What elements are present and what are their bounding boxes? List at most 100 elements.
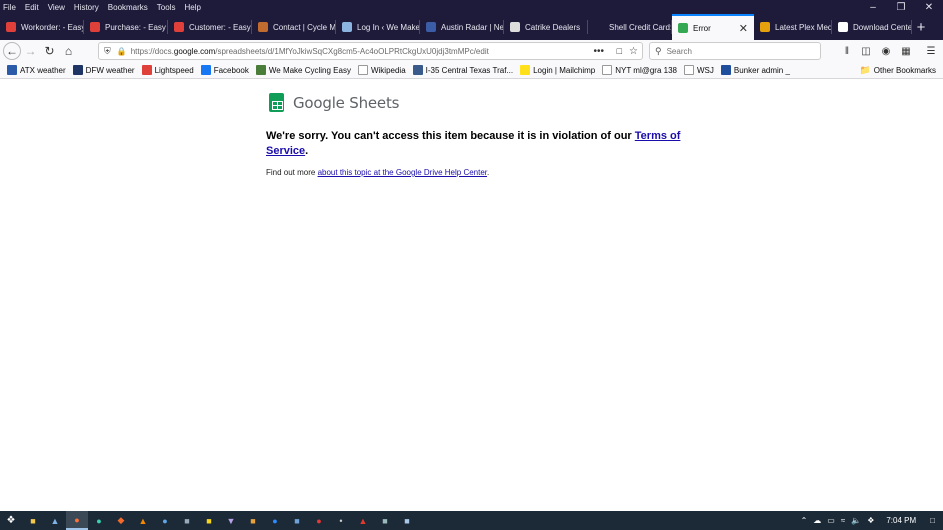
search-bar[interactable]: ⚲ Search <box>649 42 821 60</box>
menu-item-bookmarks[interactable]: Bookmarks <box>108 3 148 12</box>
cloud-icon[interactable]: ☁ <box>813 516 821 525</box>
blank-icon <box>594 22 604 32</box>
bookmark-item[interactable]: WSJ <box>684 65 714 75</box>
volume-icon[interactable]: 🔈 <box>851 516 861 525</box>
notifications-icon[interactable]: □ <box>930 516 935 525</box>
close-tab-icon[interactable]: ✕ <box>739 22 748 35</box>
dropbox-icon[interactable]: ❖ <box>867 516 874 525</box>
tab-2[interactable]: Customer: - Easy <box>168 14 252 40</box>
taskbar-app-8[interactable]: • <box>330 511 352 530</box>
bookmark-star-icon[interactable]: ☆ <box>629 46 638 57</box>
home-button[interactable]: ⌂ <box>59 42 78 60</box>
other-bookmarks[interactable]: 📁 Other Bookmarks <box>860 62 936 79</box>
tab-strip: Workorder: - Easy Purchase: - Easy S Custo… <box>0 14 943 40</box>
new-tab-button[interactable]: + <box>912 14 930 40</box>
bookmark-item[interactable]: NYT ml@gra 138 <box>602 65 677 75</box>
tab-10[interactable]: Download Center <box>832 14 912 40</box>
bookmark-item[interactable]: We Make Cycling Easy <box>255 65 351 75</box>
account-icon[interactable]: ◉ <box>878 42 894 60</box>
menu-item-tools[interactable]: Tools <box>157 3 176 12</box>
tab-3[interactable]: Contact | Cycle M <box>252 14 336 40</box>
taskbar-brave[interactable]: ◆ <box>110 511 132 530</box>
menu-item-edit[interactable]: Edit <box>25 3 39 12</box>
close-window-button[interactable]: ✕ <box>916 0 942 14</box>
bookmark-item[interactable]: ATX weather <box>7 65 66 75</box>
page-actions-icon[interactable]: ••• <box>593 46 604 57</box>
taskbar-app-4[interactable]: ▼ <box>220 511 242 530</box>
bookmarks-bar: ATX weather DFW weather Lightspeed Facebook… <box>0 62 943 79</box>
lock-icon: 🔒 <box>116 46 127 56</box>
tab-5[interactable]: Austin Radar | Ne <box>420 14 504 40</box>
menu-list: File Edit View History Bookmarks Tools Help <box>0 3 210 12</box>
menu-item-history[interactable]: History <box>74 3 99 12</box>
sidebar-icon[interactable]: ◫ <box>858 42 874 60</box>
taskbar-zoom[interactable]: ● <box>264 511 286 530</box>
taskbar-app-2[interactable]: ● <box>154 511 176 530</box>
bookmark-item[interactable]: Lightspeed <box>141 65 194 75</box>
minimize-button[interactable]: – <box>860 0 886 14</box>
extensions-icon[interactable]: ▦ <box>898 42 914 60</box>
bookmark-item[interactable]: DFW weather <box>72 65 135 75</box>
bookmark-label: ATX weather <box>20 65 66 75</box>
shield-icon: ⛨ <box>104 45 111 56</box>
url-prefix: https://docs. <box>130 46 174 56</box>
tab-4[interactable]: Log In ‹ We Make <box>336 14 420 40</box>
error-message: We're sorry. You can't access this item … <box>266 129 686 159</box>
url-bar[interactable]: ⛨ 🔒 https://docs.google.com/spreadsheets… <box>98 42 643 60</box>
bookmark-item[interactable]: I-35 Central Texas Traf... <box>412 65 513 75</box>
shield-icon <box>412 65 423 75</box>
taskbar-app-10[interactable]: ■ <box>396 511 418 530</box>
tab-title: Customer: - Easy <box>189 22 251 32</box>
tab-8[interactable]: Error ✕ <box>672 14 754 40</box>
search-input[interactable]: Search <box>667 47 692 56</box>
tab-7[interactable]: Shell Credit Card: Cre <box>588 14 672 40</box>
app-icon: ■ <box>382 515 388 526</box>
back-button[interactable]: ← <box>3 42 21 60</box>
chevron-up-icon[interactable]: ⌃ <box>801 516 808 525</box>
taskbar-firefox[interactable]: ● <box>66 511 88 530</box>
tab-title: Shell Credit Card: Cre <box>609 22 672 32</box>
restore-button[interactable]: ❐ <box>888 0 914 14</box>
tab-6[interactable]: Catrike Dealers <box>504 14 588 40</box>
taskbar-explorer[interactable]: ■ <box>22 511 44 530</box>
bookmark-label: Lightspeed <box>154 65 194 75</box>
bookmark-item[interactable]: Login | Mailchimp <box>520 65 595 75</box>
tab-9[interactable]: Latest Plex Media <box>754 14 832 40</box>
bookmark-item[interactable]: Wikipedia <box>357 65 406 75</box>
pocket-icon[interactable]: □ <box>617 46 622 56</box>
start-button[interactable]: ❖ <box>0 511 22 530</box>
bookmark-item[interactable]: Facebook <box>200 65 249 75</box>
hamburger-menu-icon[interactable]: ☰ <box>923 42 939 60</box>
help-center-link[interactable]: about this topic at the Google Drive Hel… <box>318 168 487 177</box>
app-icon: • <box>339 515 343 526</box>
menu-item-view[interactable]: View <box>48 3 65 12</box>
taskbar-app-3[interactable]: ■ <box>176 511 198 530</box>
taskbar-app-5[interactable]: ■ <box>242 511 264 530</box>
reload-button[interactable]: ↻ <box>40 42 59 60</box>
taskbar-app-9[interactable]: ■ <box>374 511 396 530</box>
taskbar-app-7[interactable]: ● <box>308 511 330 530</box>
taskbar-vlc[interactable]: ▲ <box>132 511 154 530</box>
taskbar-app-6[interactable]: ■ <box>286 511 308 530</box>
tab-1[interactable]: Purchase: - Easy S <box>84 14 168 40</box>
library-icon[interactable]: ‖ <box>839 42 855 60</box>
bookmark-label: DFW weather <box>85 65 135 75</box>
tab-0[interactable]: Workorder: - Easy <box>0 14 84 40</box>
clock-text[interactable]: 7:04 PM <box>886 516 916 525</box>
network-icon[interactable]: ≈ <box>841 516 845 525</box>
tab-title: Austin Radar | Ne <box>441 22 504 32</box>
taskbar-acrobat[interactable]: ▲ <box>352 511 374 530</box>
taskbar-sticky-notes[interactable]: ■ <box>198 511 220 530</box>
forward-button[interactable]: → <box>21 42 40 60</box>
menu-item-file[interactable]: File <box>3 3 16 12</box>
taskbar-app-1[interactable]: ▲ <box>44 511 66 530</box>
bookmark-label: NYT ml@gra 138 <box>615 65 677 75</box>
zoom-icon: ● <box>272 515 278 526</box>
taskbar-edge[interactable]: ● <box>88 511 110 530</box>
bookmark-item[interactable]: Bunker admin _ <box>720 65 790 75</box>
battery-icon[interactable]: ▭ <box>827 516 835 525</box>
help-period: . <box>487 168 490 177</box>
menu-item-help[interactable]: Help <box>184 3 200 12</box>
reload-icon: ↻ <box>44 44 55 58</box>
app-icon: ● <box>162 515 168 526</box>
